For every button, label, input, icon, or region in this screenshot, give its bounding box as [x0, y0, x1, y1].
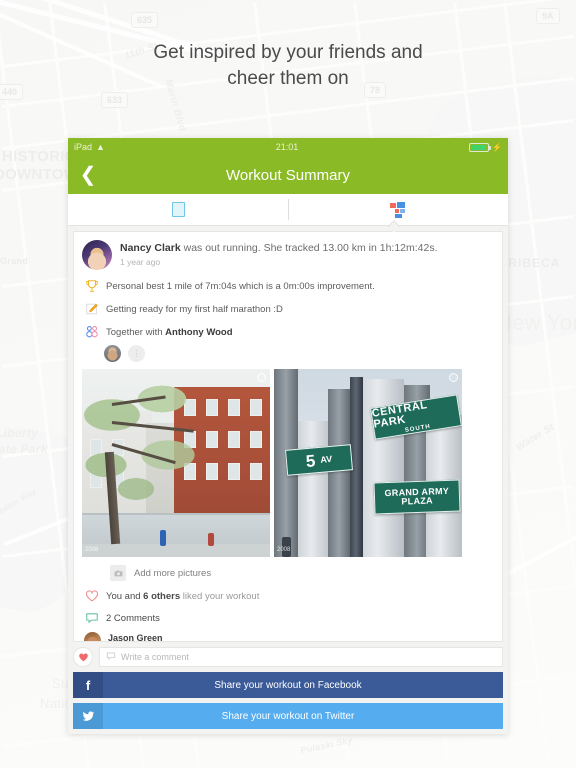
post-activity-detail: was out running. She tracked 13.00 km in… [180, 242, 438, 254]
comment-bubble-icon [85, 611, 99, 625]
share-twitter-button[interactable]: Share your workout on Twitter [73, 703, 503, 729]
note-pencil-icon [85, 302, 99, 316]
camera-badge-icon [257, 373, 266, 382]
map-route-shield: 633 [101, 92, 129, 108]
add-more-pictures-button[interactable]: Add more pictures [110, 565, 494, 581]
together-prefix: Together with [106, 326, 166, 338]
photo-date-stamp: 2008 [277, 547, 291, 553]
post-header: Nancy Clark was out running. She tracked… [82, 240, 494, 270]
comments-header-row[interactable]: 2 Comments [82, 611, 494, 625]
status-time: 21:01 [275, 142, 299, 152]
content-scroll-area[interactable]: Nancy Clark was out running. She tracked… [68, 226, 508, 642]
map-label: HISTORIC [2, 148, 76, 165]
trophy-icon [85, 279, 99, 293]
wifi-icon: ▲ [96, 142, 105, 152]
headline-line-1: Get inspired by your friends and [153, 42, 423, 63]
photo-sidewalk [82, 544, 270, 557]
write-comment-bar: Write a comment [68, 642, 508, 672]
back-button[interactable]: ❮ [68, 165, 108, 185]
map-label: Liberty [0, 426, 39, 440]
detail-row-personal-best: Personal best 1 mile of 7m:04s which is … [82, 279, 494, 293]
lightning-bolt-icon: ⚡ [492, 142, 502, 152]
post-author-name[interactable]: Nancy Clark [120, 242, 181, 254]
page-title: Workout Summary [226, 166, 350, 184]
detail-row-note: Getting ready for my first half marathon… [82, 302, 494, 316]
share-twitter-label: Share your workout on Twitter [221, 710, 355, 722]
photo-tree-canopy [82, 369, 206, 519]
avatar-nancy-clark[interactable] [82, 240, 112, 270]
people-icon [85, 325, 99, 339]
status-bar: iPad ▲ 21:01 ⚡ [68, 138, 508, 156]
comment-input[interactable]: Write a comment [99, 647, 503, 667]
camera-icon [110, 565, 126, 581]
tab-bar [68, 194, 508, 233]
post-activity-text: Nancy Clark was out running. She tracked… [120, 241, 438, 255]
photo-date-stamp: 2008 [85, 547, 99, 553]
summary-document-icon [171, 202, 185, 217]
battery-icon [469, 142, 492, 152]
headline-line-2: cheer them on [227, 68, 349, 89]
together-avatar-row: ⋮ [104, 345, 494, 362]
map-route-shield: 9A [536, 8, 560, 24]
photo-building [328, 389, 350, 557]
likes-prefix: You and [106, 590, 144, 602]
facebook-icon: f [73, 672, 103, 698]
twitter-icon [73, 703, 103, 729]
carrier-label: iPad [74, 142, 93, 152]
avatar-more-plus[interactable]: ⋮ [128, 345, 145, 362]
street-sign-grand-army-plaza: GRAND ARMY PLAZA [373, 479, 461, 515]
likes-text: You and 6 others liked your workout [106, 591, 259, 602]
heart-filled-icon [78, 653, 88, 661]
note-text: Getting ready for my first half marathon… [106, 303, 283, 315]
ipad-device-frame: iPad ▲ 21:01 ⚡ ❮ Workout Summary Nancy C… [68, 138, 508, 734]
map-label: New York [496, 310, 576, 335]
photo-building [298, 421, 332, 557]
photo-person-red [208, 533, 214, 546]
likes-row[interactable]: You and 6 others liked your workout [82, 589, 494, 603]
comment-bubble-icon [106, 651, 116, 663]
likes-suffix: liked your workout [180, 590, 260, 602]
personal-best-text: Personal best 1 mile of 7m:04s which is … [106, 280, 375, 292]
photo-townhouses[interactable]: 2008 [82, 369, 270, 557]
add-more-pictures-label: Add more pictures [134, 567, 212, 579]
workout-post-card: Nancy Clark was out running. She tracked… [73, 231, 503, 642]
share-facebook-label: Share your workout on Facebook [214, 679, 362, 691]
avatar-jason-green[interactable] [84, 632, 101, 641]
like-button[interactable] [73, 647, 93, 667]
navigation-bar: ❮ Workout Summary [68, 156, 508, 194]
map-label: Grand [0, 256, 29, 266]
map-label: Water St [514, 421, 557, 454]
promo-headline: Get inspired by your friends and cheer t… [0, 40, 576, 92]
together-partner-name[interactable]: Anthony Wood [165, 327, 232, 338]
photo-person-blue [160, 530, 166, 546]
share-facebook-button[interactable]: f Share your workout on Facebook [73, 672, 503, 698]
map-route-shield: 635 [131, 12, 159, 28]
statistics-chart-icon [389, 201, 407, 219]
avatar-anthony-wood[interactable] [104, 345, 121, 362]
comment-input-placeholder: Write a comment [121, 652, 189, 662]
detail-row-together-with: Together with Anthony Wood [82, 325, 494, 339]
tab-statistics[interactable] [288, 194, 508, 225]
comments-count-label: 2 Comments [106, 612, 160, 624]
likes-count: 6 others [143, 590, 181, 602]
together-with-text: Together with Anthony Wood [106, 327, 233, 338]
map-label: State Park [0, 442, 48, 456]
post-timestamp: 1 year ago [120, 257, 161, 267]
heart-outline-icon [85, 589, 99, 603]
camera-badge-icon [449, 373, 458, 382]
comment-author[interactable]: Jason Green [108, 632, 305, 641]
photo-street-signs[interactable]: CENTRAL PARK SOUTH 5 AV GRAND ARMY PLAZA… [274, 369, 462, 557]
tab-summary[interactable] [68, 194, 288, 225]
photo-gallery: 2008 CENTRAL PARK SOUTH 5 AV GRAND ARMY … [82, 369, 494, 557]
comment-item: Jason Green Looking good! Keep it up...I… [82, 632, 494, 641]
map-label: TRIBECA [500, 256, 561, 270]
